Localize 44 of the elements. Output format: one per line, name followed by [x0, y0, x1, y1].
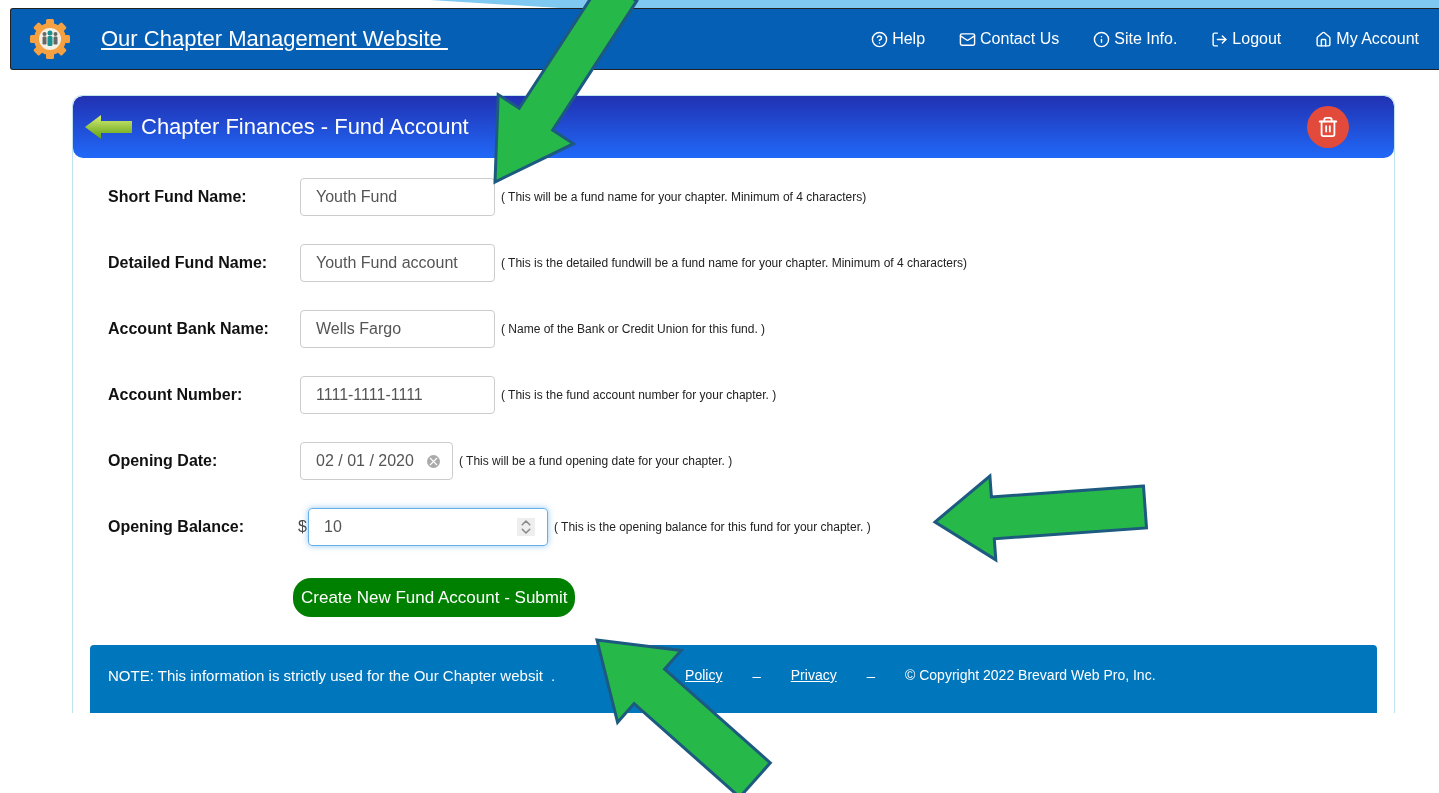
field-hint: ( This is the fund account number for your chapter. )	[501, 388, 777, 402]
footer-note-dot: .	[550, 666, 556, 684]
logout-icon	[1211, 30, 1229, 48]
back-arrow-icon[interactable]	[85, 114, 133, 140]
input-field[interactable]: Youth Fund account	[300, 244, 495, 282]
field-hint: ( This is the detailed fundwill be a fund name for your chapter. Minimum of 4 characters)	[501, 256, 967, 270]
input-field[interactable]: Youth Fund	[300, 178, 495, 216]
submit-button[interactable]: Create New Fund Account - Submit	[293, 578, 576, 617]
copyright-text: © Copyright 2022 Brevard Web Pro, Inc.	[905, 667, 1156, 683]
currency-sign: $	[298, 518, 308, 536]
footer-link[interactable]: Policy	[685, 667, 723, 683]
input-field[interactable]: 10	[308, 508, 548, 546]
field-hint: ( This will be a fund opening date for your chapter. )	[459, 454, 733, 468]
date-field[interactable]: 02 / 01 / 2020	[300, 442, 453, 480]
panel-title: Chapter Finances - Fund Account	[141, 114, 469, 140]
field-label: Opening Date:	[108, 452, 219, 470]
field-hint: ( This will be a fund name for your chapter. Minimum of 4 characters)	[501, 190, 867, 204]
field-hint: ( This is the opening balance for this fund for your chapter. )	[554, 520, 871, 534]
field-label: Short Fund Name:	[108, 188, 248, 206]
field-label: Account Number:	[108, 386, 244, 404]
trash-icon	[1317, 116, 1339, 138]
gear-logo-icon	[29, 18, 71, 60]
envelope-icon	[959, 30, 977, 48]
footer-separator: –	[866, 666, 875, 684]
input-field[interactable]: Wells Fargo	[300, 310, 495, 348]
footer-note: NOTE: This information is strictly used for the Our Chapter websit	[108, 666, 543, 684]
footer-link[interactable]: Privacy	[790, 667, 837, 683]
field-label: Opening Balance:	[108, 518, 246, 536]
input-field[interactable]: 1111-1111-1111	[300, 376, 495, 414]
delete-button[interactable]	[1307, 106, 1349, 148]
help-icon	[871, 30, 889, 48]
site-title-link[interactable]: Our Chapter Management Website	[101, 26, 448, 52]
nav-link[interactable]: Site Info.	[1093, 30, 1178, 48]
footer-separator: –	[752, 666, 761, 684]
field-hint: ( Name of the Bank or Credit Union for this fund. )	[501, 322, 766, 336]
field-label: Account Bank Name:	[108, 320, 270, 338]
home-icon	[1315, 30, 1333, 48]
nav-link[interactable]: My Account	[1315, 30, 1419, 48]
spinner-icon[interactable]	[517, 518, 535, 536]
info-icon	[1093, 30, 1111, 48]
nav-link[interactable]: Logout	[1211, 30, 1282, 48]
nav-link[interactable]: Help	[871, 30, 926, 48]
nav-link[interactable]: Contact Us	[959, 30, 1060, 48]
field-label: Detailed Fund Name:	[108, 254, 269, 272]
